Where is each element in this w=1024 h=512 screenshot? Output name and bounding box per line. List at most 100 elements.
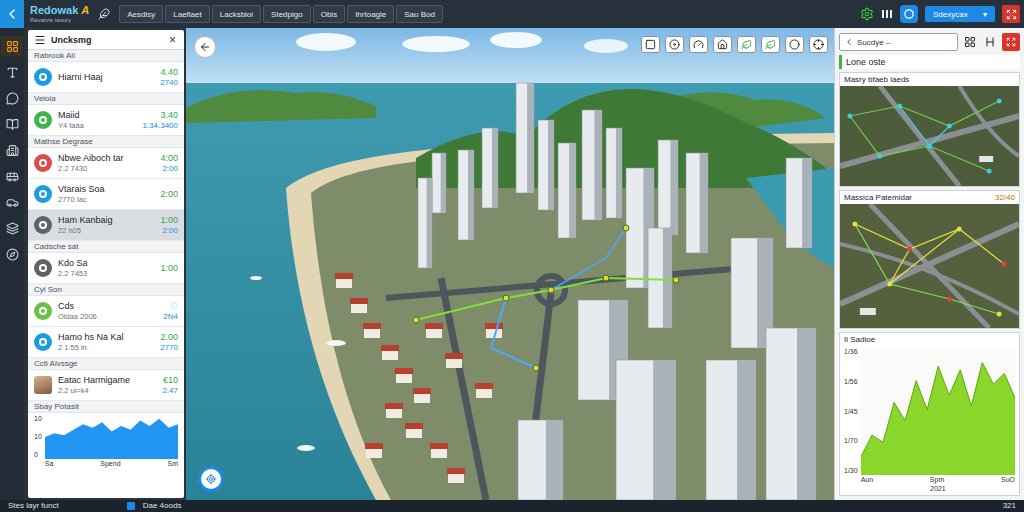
item-secondary-value: 2770: [160, 343, 178, 352]
nav-tab[interactable]: Obis: [313, 5, 345, 23]
item-badge-icon: [34, 111, 52, 129]
grid-icon: [964, 36, 976, 48]
item-name: Vtarais Soa: [58, 184, 154, 194]
item-value: 2.00: [160, 332, 178, 342]
map-tool-button[interactable]: [737, 36, 756, 53]
locate-button[interactable]: [198, 466, 224, 492]
group-title: Veioia: [28, 93, 184, 105]
card-title: Massica Patemidar32/40: [840, 191, 1019, 204]
car-icon: [6, 196, 19, 209]
chat-icon: [6, 92, 19, 105]
expand-button[interactable]: [1002, 5, 1020, 23]
list-item[interactable]: Nbwe Aiboch tar2.2 74304:002:00: [28, 148, 184, 179]
left-panel: Uncksmg × Rabrook AliHiarni Haaj4.402740Ve…: [28, 30, 184, 498]
back-button[interactable]: [0, 0, 24, 28]
heading-button[interactable]: [982, 34, 998, 50]
list-item[interactable]: Ham Kanbaig22 h051:002:00: [28, 210, 184, 241]
circle-icon: [904, 9, 914, 19]
profile-button[interactable]: [900, 5, 918, 23]
chevron-left-icon: [4, 6, 20, 22]
map-tool-button[interactable]: [665, 36, 684, 53]
item-name: Hamo hs Na Kal: [58, 332, 154, 342]
item-secondary-value: 2.47: [162, 386, 178, 395]
panel-title: Uncksmg: [51, 35, 162, 45]
layers-icon: [6, 222, 19, 235]
map-tool-button[interactable]: [785, 36, 804, 53]
nav-tab[interactable]: Laeflaet: [165, 5, 209, 23]
status-text: Dae 4oods: [143, 500, 182, 512]
circle-icon: [789, 39, 800, 50]
list-item[interactable]: Hiarni Haaj4.402740: [28, 62, 184, 93]
item-subtitle: 2770 Iac: [58, 195, 154, 204]
side-rail: [0, 28, 24, 500]
group-title: Mathse Degrase: [28, 136, 184, 148]
route-map-thumbnail[interactable]: [840, 204, 1019, 328]
area-chart: [861, 348, 1015, 475]
top-bar: RedowakARavatvis tasuryAesdisyLaeflaetLa…: [0, 0, 1024, 28]
nav-tab[interactable]: Ihrtoagle: [347, 5, 394, 23]
list-item[interactable]: Hamo hs Na Kal2 1:55 ln2.002770: [28, 327, 184, 358]
group-title: Rabrook Ali: [28, 50, 184, 62]
rail-item[interactable]: [1, 62, 23, 82]
item-value: 4:00: [160, 153, 178, 163]
map-tool-button[interactable]: [641, 36, 660, 53]
nav-tab[interactable]: Aesdisy: [119, 5, 163, 23]
map-tool-button[interactable]: [713, 36, 732, 53]
performance-chart: 10100SaSpendSm: [28, 413, 184, 471]
search-field[interactable]: Sucdye –: [839, 33, 958, 51]
panel-title: Lone oste: [839, 55, 1020, 69]
list-item[interactable]: MaiidY4 taaa3.401.34.3400: [28, 105, 184, 136]
menu-icon[interactable]: [34, 34, 46, 46]
item-value: 1:00: [160, 263, 178, 273]
item-secondary-value: 2N4: [163, 312, 178, 321]
grid-button[interactable]: [962, 34, 978, 50]
chevron-left-icon: [844, 37, 854, 47]
rail-item[interactable]: [1, 114, 23, 134]
list-item[interactable]: Eatac Harmigame2.2 ui=k4€102.47: [28, 370, 184, 401]
nav-tab[interactable]: Sau Bod: [396, 5, 443, 23]
item-badge-icon: [34, 333, 52, 351]
account-button[interactable]: Sdexycax▾: [925, 6, 995, 22]
map-card: Masry bfaeb laeds: [839, 72, 1020, 187]
item-value: ♡: [170, 301, 178, 311]
rail-item[interactable]: [1, 218, 23, 238]
item-value: 4.40: [160, 67, 178, 77]
gear-icon[interactable]: [860, 7, 874, 21]
rail-item[interactable]: [1, 192, 23, 212]
nav-tab[interactable]: Lacksbioi: [212, 5, 261, 23]
map-tool-button[interactable]: [809, 36, 828, 53]
list-item[interactable]: Kdo Sa2.2 74531:00: [28, 253, 184, 284]
grid-icon: [6, 40, 19, 53]
route-map-thumbnail[interactable]: [840, 86, 1019, 186]
rail-item[interactable]: [1, 244, 23, 264]
gauge-icon: [693, 39, 704, 50]
crosshair-icon: [813, 39, 824, 50]
map-back-button[interactable]: [194, 36, 216, 58]
item-subtitle: Oldaa 2006: [58, 312, 157, 321]
map-tool-button[interactable]: [761, 36, 780, 53]
list-item[interactable]: Vtarais Soa2770 Iac2:00: [28, 179, 184, 210]
area-chart: [45, 415, 178, 459]
status-bar: Stes layr functDae 4oods321: [0, 500, 1024, 512]
rail-item[interactable]: [1, 88, 23, 108]
item-subtitle: 22 h05: [58, 226, 154, 235]
map-tool-button[interactable]: [689, 36, 708, 53]
nav-tab[interactable]: Stedpigo: [263, 5, 311, 23]
map-toolbar: [641, 36, 828, 53]
close-panel-button[interactable]: [1002, 33, 1020, 51]
map-view[interactable]: [186, 28, 834, 500]
bars-icon[interactable]: [881, 8, 893, 20]
item-badge-icon: [34, 154, 52, 172]
square-icon: [645, 39, 656, 50]
close-button[interactable]: ×: [167, 34, 178, 46]
feather-icon[interactable]: [98, 8, 110, 20]
rail-item[interactable]: [1, 166, 23, 186]
x-axis: AunSpmSuO: [861, 475, 1015, 484]
item-value: €10: [163, 375, 178, 385]
x-axis: SaSpendSm: [45, 459, 178, 468]
group-title: Cyl Son: [28, 284, 184, 296]
item-name: Eatac Harmigame: [58, 375, 156, 385]
rail-item[interactable]: [1, 36, 23, 56]
list-item[interactable]: CdsOldaa 2006♡2N4: [28, 296, 184, 327]
rail-item[interactable]: [1, 140, 23, 160]
